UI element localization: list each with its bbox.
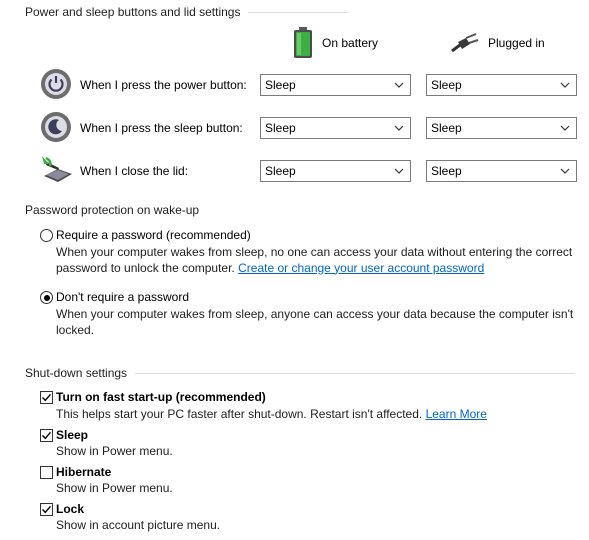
chevron-down-icon (394, 125, 404, 131)
lid-close-battery-value: Sleep (265, 164, 296, 178)
fast-startup-desc-text: This helps start your PC faster after sh… (56, 407, 423, 421)
sleep-button-plugged-select[interactable]: Sleep (426, 117, 577, 139)
chevron-down-icon (560, 125, 570, 131)
dont-require-password-desc-line2: locked. (56, 322, 95, 337)
require-password-desc-line2: password to unlock the computer. (56, 260, 235, 275)
chevron-down-icon (394, 168, 404, 174)
checkmark-icon (42, 431, 52, 440)
column-header-plugged: Plugged in (450, 32, 545, 54)
require-password-label[interactable]: Require a password (recommended) (56, 228, 251, 242)
require-password-desc-line2-wrap: password to unlock the computer. Create … (56, 261, 581, 277)
shutdown-section-header: Shut-down settings (25, 366, 576, 380)
dont-require-password-desc-line1: When your computer wakes from sleep, any… (56, 307, 574, 321)
chevron-down-icon (560, 168, 570, 174)
chevron-down-icon (394, 82, 404, 88)
dont-require-password-label[interactable]: Don't require a password (56, 290, 189, 304)
require-password-radio[interactable] (40, 229, 53, 242)
sleep-button-label: When I press the sleep button: (80, 121, 243, 135)
power-button-plugged-select[interactable]: Sleep (426, 74, 577, 96)
column-header-plugged-label: Plugged in (488, 36, 545, 50)
sleep-button-plugged-value: Sleep (431, 121, 462, 135)
lock-menu-label[interactable]: Lock (56, 502, 84, 516)
battery-icon (294, 27, 312, 58)
power-button-battery-value: Sleep (265, 78, 296, 92)
lid-close-plugged-value: Sleep (431, 164, 462, 178)
require-password-desc-line1: When your computer wakes from sleep, no … (56, 245, 573, 259)
power-button-label: When I press the power button: (80, 78, 247, 92)
column-header-battery: On battery (292, 27, 378, 59)
change-password-link[interactable]: Create or change your user account passw… (238, 261, 484, 275)
column-header-battery-label: On battery (322, 36, 379, 50)
password-section-title: Password protection on wake-up (25, 203, 200, 217)
hibernate-menu-description: Show in Power menu. (56, 481, 173, 495)
power-button-battery-select[interactable]: Sleep (260, 74, 411, 96)
sleep-menu-description: Show in Power menu. (56, 444, 173, 458)
hibernate-menu-checkbox[interactable] (40, 466, 53, 479)
checkmark-icon (42, 393, 52, 402)
shutdown-section-title: Shut-down settings (25, 366, 128, 380)
lock-menu-checkbox[interactable] (40, 503, 53, 516)
power-button-plugged-value: Sleep (431, 78, 462, 92)
lid-close-battery-select[interactable]: Sleep (260, 160, 411, 182)
lid-close-label: When I close the lid: (80, 164, 189, 178)
power-plug-icon (451, 33, 479, 53)
checkmark-icon (42, 505, 52, 514)
sleep-button-battery-value: Sleep (265, 121, 296, 135)
fast-startup-description: This helps start your PC faster after sh… (56, 407, 581, 423)
chevron-down-icon (560, 82, 570, 88)
lock-menu-description: Show in account picture menu. (56, 518, 221, 532)
require-password-description: When your computer wakes from sleep, no … (56, 245, 581, 276)
fast-startup-checkbox[interactable] (40, 391, 53, 404)
password-section-header: Password protection on wake-up (25, 203, 199, 217)
sleep-menu-label[interactable]: Sleep (56, 428, 88, 442)
power-button-icon (40, 68, 72, 100)
sleep-button-icon (40, 111, 72, 143)
dont-require-password-radio[interactable] (40, 291, 53, 304)
section-divider (248, 11, 349, 13)
dont-require-password-description: When your computer wakes from sleep, any… (56, 307, 581, 338)
power-buttons-section-header: Power and sleep buttons and lid settings (25, 5, 349, 19)
laptop-lid-icon (40, 154, 72, 186)
fast-startup-label[interactable]: Turn on fast start-up (recommended) (56, 390, 266, 404)
lid-close-plugged-select[interactable]: Sleep (426, 160, 577, 182)
learn-more-link[interactable]: Learn More (426, 407, 487, 421)
sleep-button-battery-select[interactable]: Sleep (260, 117, 411, 139)
power-buttons-section-title: Power and sleep buttons and lid settings (25, 5, 241, 19)
sleep-menu-checkbox[interactable] (40, 429, 53, 442)
hibernate-menu-label[interactable]: Hibernate (56, 465, 111, 479)
section-divider (135, 372, 576, 374)
